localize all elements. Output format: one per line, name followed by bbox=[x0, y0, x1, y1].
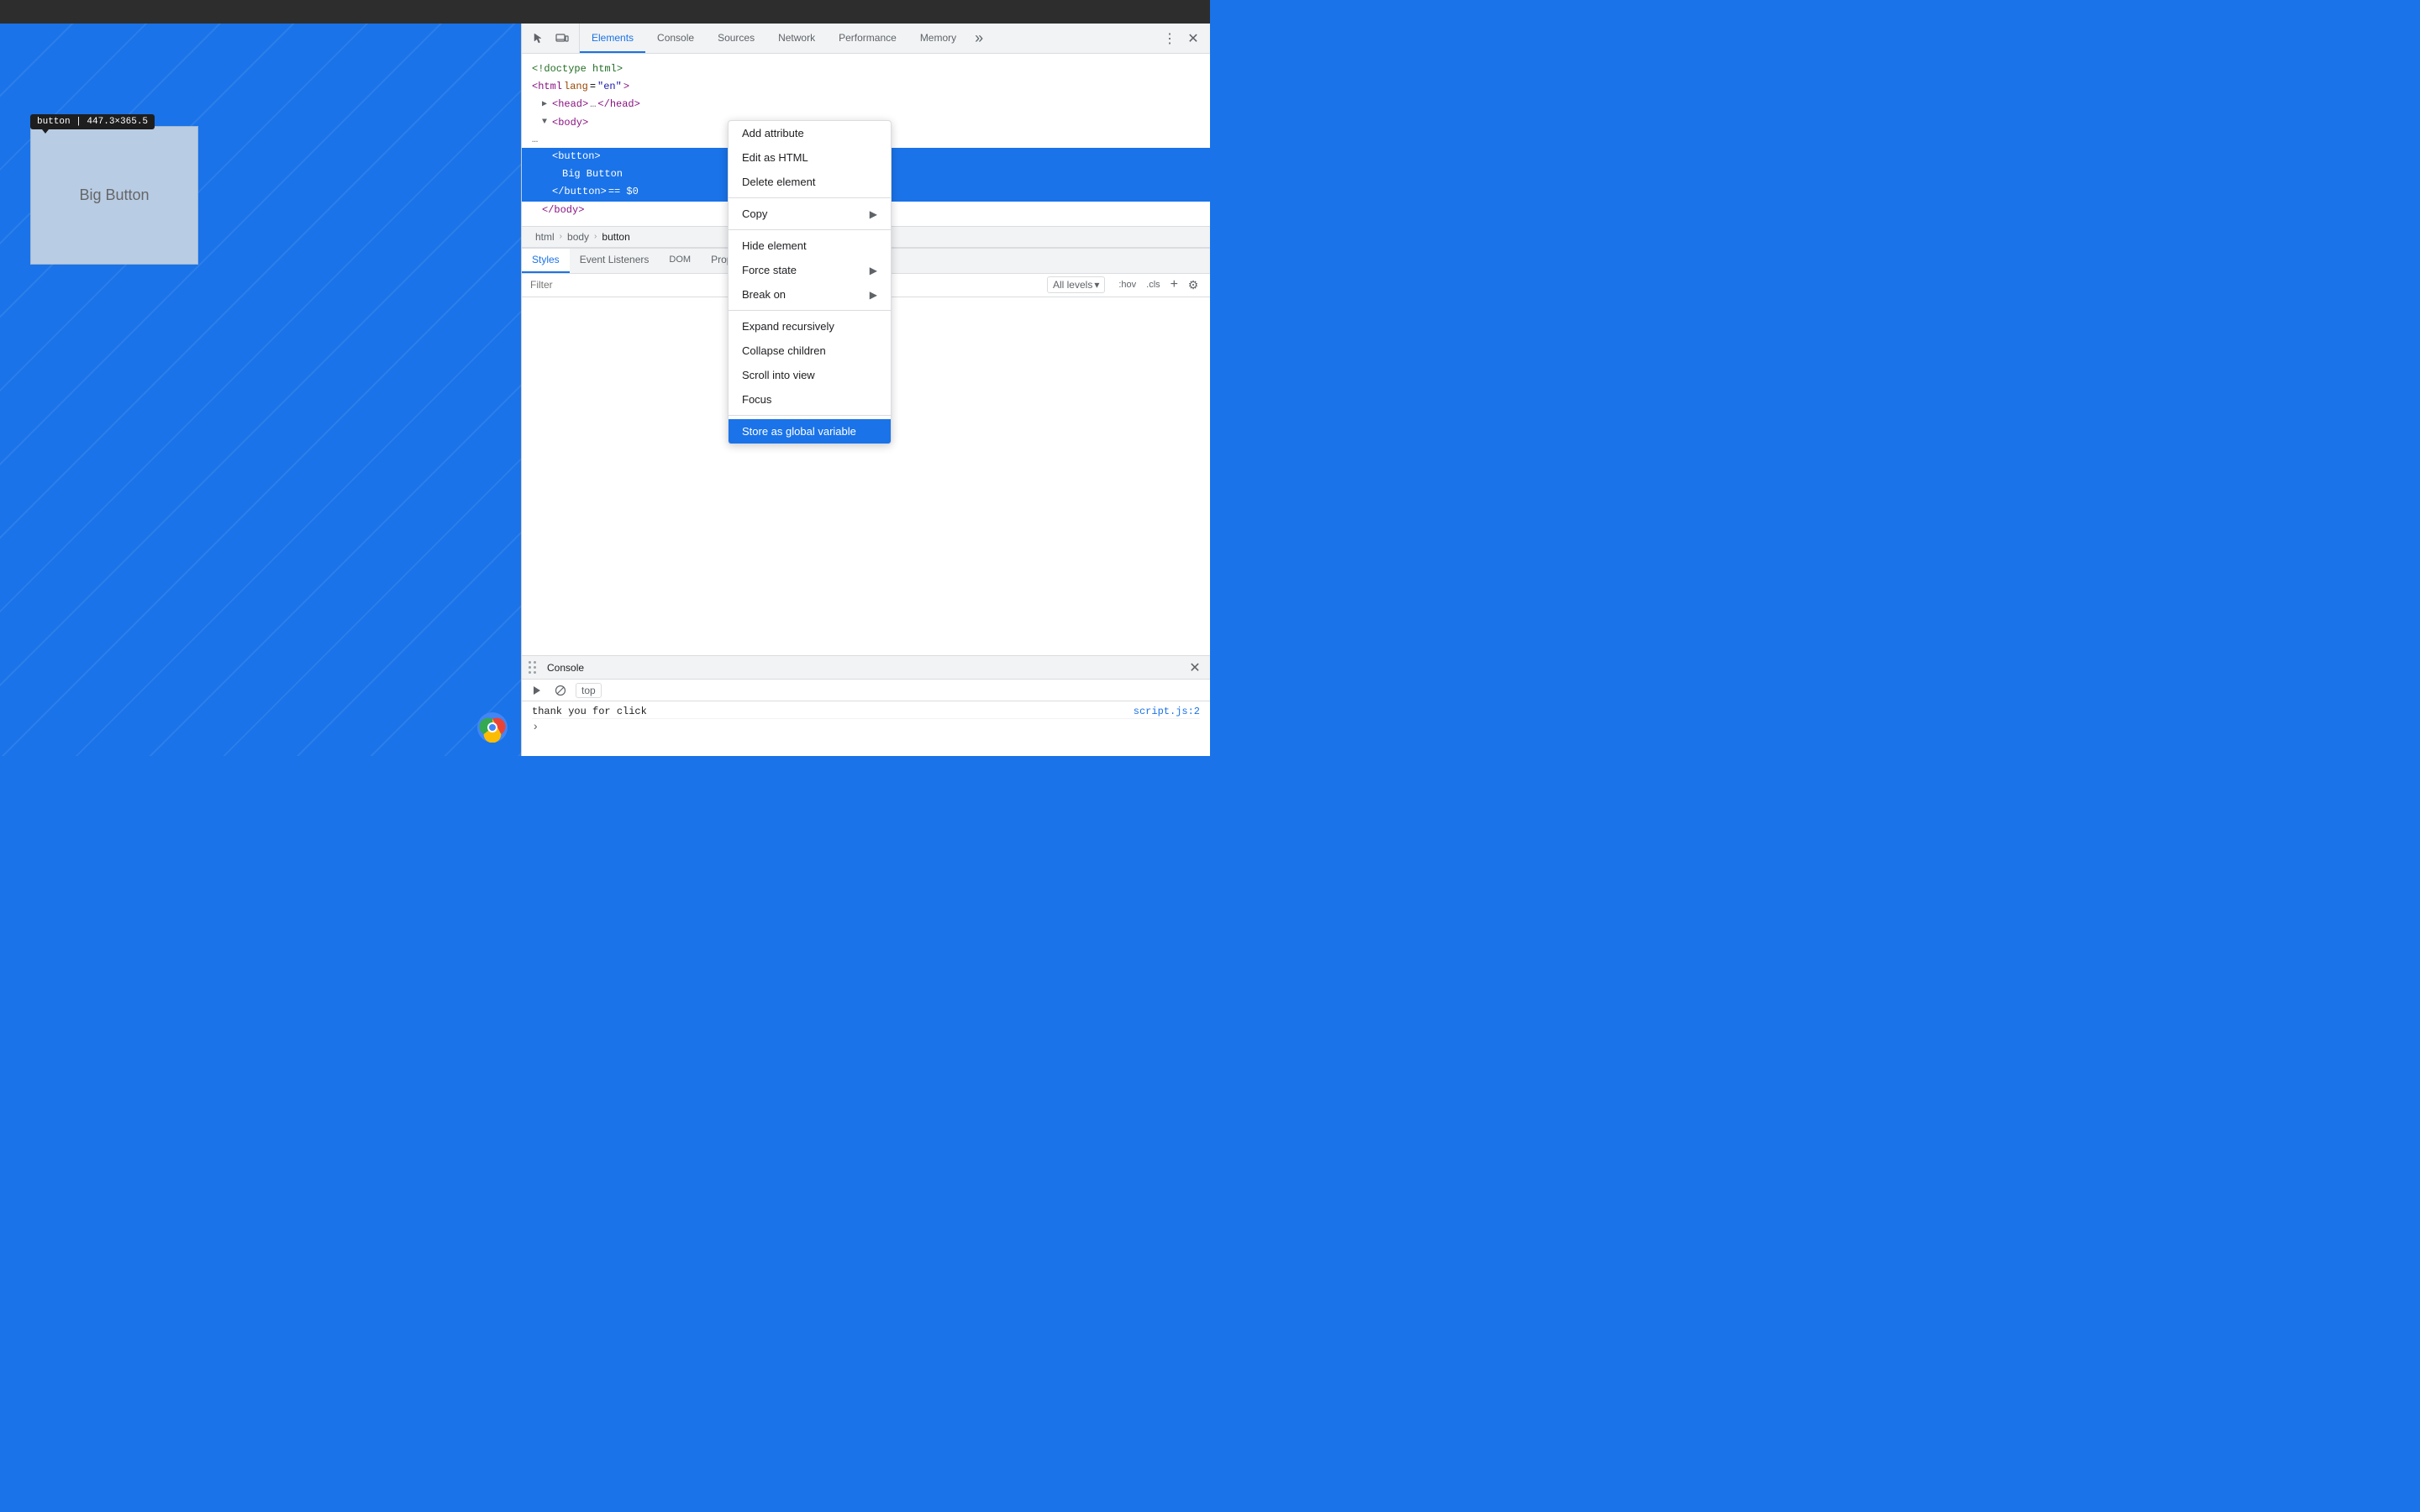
tab-performance[interactable]: Performance bbox=[827, 24, 908, 53]
device-toolbar-btn[interactable] bbox=[552, 29, 572, 49]
drag-dot bbox=[534, 666, 536, 669]
break-on-submenu-arrow: ▶ bbox=[870, 289, 877, 301]
context-menu-copy[interactable]: Copy ▶ bbox=[729, 202, 891, 226]
console-close-btn[interactable]: ✕ bbox=[1186, 659, 1203, 676]
devtools-close-area: ⋮ ✕ bbox=[1153, 24, 1210, 53]
copy-submenu-arrow: ▶ bbox=[870, 208, 877, 220]
chrome-logo bbox=[477, 712, 508, 743]
cls-btn[interactable]: .cls bbox=[1143, 278, 1164, 291]
all-levels-btn[interactable]: All levels ▾ bbox=[1047, 276, 1105, 293]
context-menu-divider4 bbox=[729, 415, 891, 416]
console-log-source[interactable]: script.js:2 bbox=[1134, 706, 1200, 717]
big-button[interactable]: Big Button bbox=[30, 126, 198, 265]
dom-head[interactable]: ▶ <head>…</head> bbox=[522, 96, 1210, 113]
drag-dot bbox=[534, 661, 536, 664]
tab-network[interactable]: Network bbox=[766, 24, 827, 53]
context-menu-edit-as-html[interactable]: Edit as HTML bbox=[729, 145, 891, 170]
force-state-submenu-arrow: ▶ bbox=[870, 265, 877, 276]
context-menu-divider1 bbox=[729, 197, 891, 198]
big-button-label: Big Button bbox=[79, 186, 149, 204]
drag-dot bbox=[529, 661, 531, 664]
console-section: Console ✕ bbox=[522, 655, 1210, 756]
button-tooltip: button | 447.3×365.5 bbox=[30, 114, 155, 129]
breadcrumb-button[interactable]: button bbox=[598, 229, 633, 244]
browser-content: button | 447.3×365.5 Big Button bbox=[0, 24, 1210, 756]
console-toolbar: top bbox=[522, 680, 1210, 701]
inspect-icon-btn[interactable] bbox=[529, 29, 549, 49]
devtools-icon-group bbox=[522, 24, 580, 53]
browser-topbar bbox=[0, 0, 1210, 24]
context-menu-scroll-into-view[interactable]: Scroll into view bbox=[729, 363, 891, 387]
dom-html[interactable]: <html lang="en"> bbox=[522, 78, 1210, 96]
console-log-line: thank you for click script.js:2 bbox=[532, 705, 1200, 719]
all-levels-area: All levels ▾ bbox=[1040, 276, 1112, 293]
context-menu-delete-element[interactable]: Delete element bbox=[729, 170, 891, 194]
context-menu-divider3 bbox=[729, 310, 891, 311]
context-menu-hide-element[interactable]: Hide element bbox=[729, 234, 891, 258]
context-menu-add-attribute[interactable]: Add attribute bbox=[729, 121, 891, 145]
context-menu-focus[interactable]: Focus bbox=[729, 387, 891, 412]
context-menu-expand-recursively[interactable]: Expand recursively bbox=[729, 314, 891, 339]
context-menu-break-on[interactable]: Break on ▶ bbox=[729, 282, 891, 307]
devtools-tabs: Elements Console Sources Network Perform… bbox=[580, 24, 1153, 53]
tab-console[interactable]: Console bbox=[645, 24, 706, 53]
context-menu-store-as-global[interactable]: Store as global variable bbox=[729, 419, 891, 444]
drag-dot bbox=[534, 671, 536, 674]
drag-dot bbox=[529, 666, 531, 669]
breadcrumb-html[interactable]: html bbox=[532, 229, 558, 244]
breadcrumb-sep2: › bbox=[594, 232, 597, 241]
console-prompt: › bbox=[532, 719, 1200, 736]
console-drag-handle[interactable] bbox=[529, 661, 542, 675]
console-title: Console bbox=[547, 662, 584, 674]
tab-elements[interactable]: Elements bbox=[580, 24, 645, 53]
console-log-area: thank you for click script.js:2 › bbox=[522, 701, 1210, 756]
console-caret-icon: › bbox=[532, 721, 539, 734]
devtools-panel: Elements Console Sources Network Perform… bbox=[521, 24, 1210, 756]
styles-tab-dom-breakpoints[interactable]: DOM bbox=[659, 249, 701, 273]
devtools-close-btn[interactable]: ✕ bbox=[1183, 29, 1203, 49]
context-menu-collapse-children[interactable]: Collapse children bbox=[729, 339, 891, 363]
gear-btn[interactable]: ⚙ bbox=[1185, 276, 1202, 293]
console-ban-btn[interactable] bbox=[552, 682, 569, 699]
tab-memory[interactable]: Memory bbox=[908, 24, 968, 53]
webpage-area: button | 447.3×365.5 Big Button bbox=[0, 24, 521, 756]
console-header: Console ✕ bbox=[522, 656, 1210, 680]
dom-doctype[interactable]: <!doctype html> bbox=[522, 60, 1210, 78]
hov-btn[interactable]: :hov bbox=[1115, 278, 1139, 291]
console-log-text: thank you for click bbox=[532, 706, 1127, 717]
context-menu-divider2 bbox=[729, 229, 891, 230]
breadcrumb-sep1: › bbox=[560, 232, 562, 241]
breadcrumb-body[interactable]: body bbox=[564, 229, 592, 244]
context-menu: Add attribute Edit as HTML Delete elemen… bbox=[728, 120, 892, 444]
add-rule-btn[interactable]: + bbox=[1167, 276, 1181, 293]
context-menu-force-state[interactable]: Force state ▶ bbox=[729, 258, 891, 282]
tab-overflow-btn[interactable]: » bbox=[968, 24, 990, 53]
console-context-select[interactable]: top bbox=[576, 683, 602, 698]
tab-sources[interactable]: Sources bbox=[706, 24, 766, 53]
styles-tab-event-listeners[interactable]: Event Listeners bbox=[570, 249, 660, 273]
styles-tab-styles[interactable]: Styles bbox=[522, 249, 570, 273]
console-play-btn[interactable] bbox=[529, 682, 545, 699]
drag-dot bbox=[529, 671, 531, 674]
devtools-more-btn[interactable]: ⋮ bbox=[1160, 29, 1180, 49]
devtools-toolbar: Elements Console Sources Network Perform… bbox=[522, 24, 1210, 54]
